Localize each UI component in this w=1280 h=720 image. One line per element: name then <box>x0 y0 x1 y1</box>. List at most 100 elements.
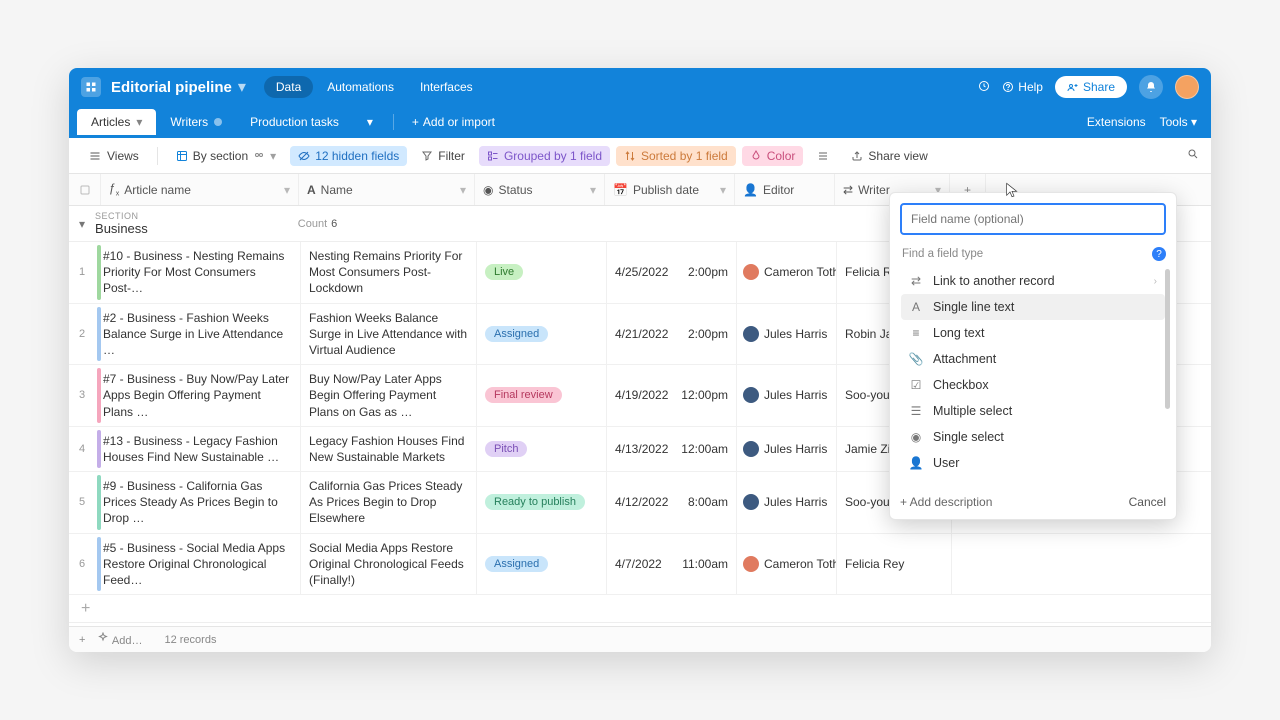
add-description-button[interactable]: + Add description <box>900 495 992 509</box>
add-or-import-button[interactable]: + Add or import <box>404 111 503 133</box>
field-type-icon: ☑ <box>909 378 923 392</box>
base-title[interactable]: Editorial pipeline <box>111 79 232 96</box>
field-type-icon: ≡ <box>909 326 923 340</box>
field-type-option[interactable]: 📎 Attachment <box>901 346 1165 372</box>
row-number: 4 <box>69 427 95 471</box>
view-toolbar: Views By section ▾ 12 hidden fields Filt… <box>69 138 1211 174</box>
cell-date[interactable]: 4/21/20222:00pm <box>607 304 737 365</box>
cell-name[interactable]: Buy Now/Pay Later Apps Begin Offering Pa… <box>301 365 477 426</box>
row-color-bar <box>97 537 101 592</box>
group-button[interactable]: Grouped by 1 field <box>479 146 610 166</box>
extensions-link[interactable]: Extensions <box>1087 115 1146 129</box>
cell-status[interactable]: Assigned <box>477 534 607 595</box>
nav-data[interactable]: Data <box>264 76 313 98</box>
nav-interfaces[interactable]: Interfaces <box>408 76 485 98</box>
search-icon[interactable] <box>1187 148 1199 163</box>
field-type-icon: 👤 <box>909 456 923 470</box>
field-type-option[interactable]: ⇄ Link to another record › <box>901 268 1165 294</box>
cell-editor[interactable]: Cameron Toth <box>737 534 837 595</box>
tab-writers[interactable]: Writers <box>156 109 236 135</box>
toolbar-right <box>1187 148 1199 163</box>
field-type-option[interactable]: A Single line text <box>901 294 1165 320</box>
field-type-option[interactable]: 👤 User <box>901 450 1165 476</box>
chevron-down-icon: ▾ <box>136 115 142 129</box>
table-row[interactable]: 6 #5 - Business - Social Media Apps Rest… <box>69 534 1211 596</box>
notifications-icon[interactable] <box>1139 75 1163 99</box>
cell-name[interactable]: California Gas Prices Steady As Prices B… <box>301 472 477 533</box>
tab-articles[interactable]: Articles ▾ <box>77 109 156 135</box>
cell-article[interactable]: #9 - Business - California Gas Prices St… <box>103 472 301 533</box>
text-icon: A <box>307 183 316 197</box>
cell-status[interactable]: Assigned <box>477 304 607 365</box>
help-button[interactable]: Help <box>1002 80 1043 94</box>
cell-editor[interactable]: Jules Harris <box>737 472 837 533</box>
magic-add-button[interactable]: Add… <box>97 632 142 647</box>
cell-editor[interactable]: Jules Harris <box>737 427 837 471</box>
field-type-option[interactable]: ☰ Multiple select <box>901 398 1165 424</box>
field-type-option[interactable]: ◉ Single select <box>901 424 1165 450</box>
cell-date[interactable]: 4/13/202212:00am <box>607 427 737 471</box>
share-button[interactable]: Share <box>1055 76 1127 98</box>
hidden-fields-button[interactable]: 12 hidden fields <box>290 146 407 166</box>
column-article-name[interactable]: ƒx Article name ▾ <box>101 174 299 205</box>
cell-status[interactable]: Ready to publish <box>477 472 607 533</box>
cell-name[interactable]: Nesting Remains Priority For Most Consum… <box>301 242 477 303</box>
cell-name[interactable]: Social Media Apps Restore Original Chron… <box>301 534 477 595</box>
column-publish-date[interactable]: 📅 Publish date ▾ <box>605 174 735 205</box>
row-number: 3 <box>69 365 95 426</box>
cell-status[interactable]: Live <box>477 242 607 303</box>
cell-writer[interactable]: Felicia Rey <box>837 534 952 595</box>
cell-status[interactable]: Final review <box>477 365 607 426</box>
column-editor[interactable]: 👤 Editor <box>735 174 835 205</box>
sort-button[interactable]: Sorted by 1 field <box>616 146 736 166</box>
cell-editor[interactable]: Cameron Toth <box>737 242 837 303</box>
field-type-list: ⇄ Link to another record ›A Single line … <box>900 267 1166 477</box>
user-avatar[interactable] <box>1175 75 1199 99</box>
cancel-button[interactable]: Cancel <box>1129 495 1166 509</box>
top-header: Editorial pipeline ▾ Data Automations In… <box>69 68 1211 106</box>
views-button[interactable]: Views <box>81 145 147 167</box>
scrollbar[interactable] <box>1165 269 1170 409</box>
cell-article[interactable]: #10 - Business - Nesting Remains Priorit… <box>103 242 301 303</box>
select-all-checkbox[interactable] <box>69 174 101 205</box>
add-record-button[interactable]: + <box>79 634 85 646</box>
column-status[interactable]: ◉ Status ▾ <box>475 174 605 205</box>
column-name[interactable]: A Name ▾ <box>299 174 475 205</box>
cell-date[interactable]: 4/7/202211:00am <box>607 534 737 595</box>
share-view-button[interactable]: Share view <box>843 146 935 166</box>
add-field-popup: Find a field type ? ⇄ Link to another re… <box>889 192 1177 520</box>
filter-button[interactable]: Filter <box>413 146 473 166</box>
cell-article[interactable]: #13 - Business - Legacy Fashion Houses F… <box>103 427 301 471</box>
row-color-bar <box>97 307 101 362</box>
cell-date[interactable]: 4/25/20222:00pm <box>607 242 737 303</box>
base-icon[interactable] <box>81 77 101 97</box>
chevron-down-icon[interactable]: ▾ <box>238 77 246 97</box>
history-icon[interactable] <box>978 80 990 95</box>
cell-article[interactable]: #2 - Business - Fashion Weeks Balance Su… <box>103 304 301 365</box>
popup-footer: + Add description Cancel <box>900 487 1166 509</box>
nav-automations[interactable]: Automations <box>315 76 406 98</box>
field-type-option[interactable]: ≡ Long text <box>901 320 1165 346</box>
tab-production[interactable]: Production tasks <box>236 109 353 135</box>
cell-article[interactable]: #5 - Business - Social Media Apps Restor… <box>103 534 301 595</box>
cell-date[interactable]: 4/19/202212:00pm <box>607 365 737 426</box>
view-name[interactable]: By section ▾ <box>168 146 284 166</box>
tab-menu[interactable]: ▾ <box>353 109 387 135</box>
help-icon[interactable]: ? <box>1152 247 1166 261</box>
tools-link[interactable]: Tools ▾ <box>1160 115 1197 129</box>
cell-article[interactable]: #7 - Business - Buy Now/Pay Later Apps B… <box>103 365 301 426</box>
field-type-icon: 📎 <box>909 352 923 366</box>
cell-editor[interactable]: Jules Harris <box>737 304 837 365</box>
field-name-input[interactable] <box>900 203 1166 235</box>
cell-name[interactable]: Legacy Fashion Houses Find New Sustainab… <box>301 427 477 471</box>
find-field-type-label: Find a field type ? <box>902 247 1166 261</box>
row-height-button[interactable] <box>809 147 837 165</box>
cell-editor[interactable]: Jules Harris <box>737 365 837 426</box>
cell-date[interactable]: 4/12/20228:00am <box>607 472 737 533</box>
cell-status[interactable]: Pitch <box>477 427 607 471</box>
row-color-bar <box>97 368 101 423</box>
field-type-option[interactable]: ☑ Checkbox <box>901 372 1165 398</box>
cell-name[interactable]: Fashion Weeks Balance Surge in Live Atte… <box>301 304 477 365</box>
color-button[interactable]: Color <box>742 146 804 166</box>
add-row-button[interactable]: + <box>69 595 1211 623</box>
